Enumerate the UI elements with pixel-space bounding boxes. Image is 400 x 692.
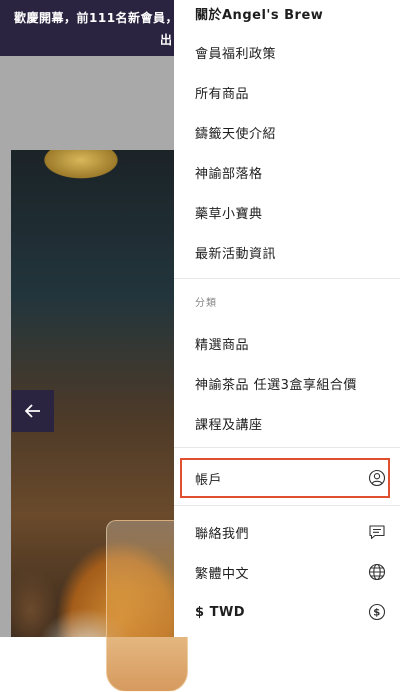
arrow-left-icon [25, 404, 40, 418]
menu-item-label: 繁體中文 [195, 566, 250, 582]
menu-item-label: 鑄籤天使介紹 [195, 126, 277, 142]
menu-item-language[interactable]: 繁體中文 [195, 557, 390, 587]
menu-item-label: 會員福利政策 [195, 46, 277, 62]
menu-item-featured[interactable]: 精選商品 [195, 328, 390, 358]
menu-item-label: 課程及講座 [195, 417, 263, 433]
menu-item-label: 關於Angel's Brew [195, 7, 324, 23]
globe-icon [368, 563, 386, 581]
carousel-prev-button[interactable] [12, 390, 54, 432]
menu-item-currency[interactable]: $ TWD $ [195, 597, 390, 627]
menu-item-angels[interactable]: 鑄籤天使介紹 [195, 117, 390, 147]
divider [174, 447, 400, 448]
menu-item-label: $ TWD [195, 604, 246, 620]
divider [174, 278, 400, 279]
menu-item-courses[interactable]: 課程及講座 [195, 408, 390, 438]
menu-item-label: 神諭茶品 任選3盒享組合價 [195, 377, 357, 393]
menu-item-blog[interactable]: 神諭部落格 [195, 157, 390, 187]
menu-item-events[interactable]: 最新活動資訊 [195, 237, 390, 267]
menu-item-herb-guide[interactable]: 藥草小寶典 [195, 197, 390, 227]
menu-item-label: 精選商品 [195, 337, 250, 353]
account-highlight-box [180, 458, 390, 498]
menu-item-member-benefits[interactable]: 會員福利政策 [195, 37, 390, 67]
svg-text:$: $ [373, 608, 380, 619]
menu-item-about[interactable]: 關於Angel's Brew [195, 0, 390, 28]
menu-item-contact[interactable]: 聯絡我們 [195, 517, 390, 547]
dollar-icon: $ [368, 603, 386, 621]
chat-icon [368, 523, 386, 541]
divider [174, 505, 400, 506]
menu-item-label: 所有商品 [195, 86, 250, 102]
navigation-drawer: 關於Angel's Brew 會員福利政策 所有商品 鑄籤天使介紹 神諭部落格 … [174, 0, 400, 637]
menu-item-label: 最新活動資訊 [195, 246, 277, 262]
menu-item-label: 神諭部落格 [195, 166, 263, 182]
menu-item-oracle-tea[interactable]: 神諭茶品 任選3盒享組合價 [195, 368, 390, 398]
menu-item-all-products[interactable]: 所有商品 [195, 77, 390, 107]
menu-item-label: 聯絡我們 [195, 526, 250, 542]
announcement-text-line1: 歡慶開幕，前111名新會員，可 [14, 11, 191, 25]
category-heading: 分類 [195, 298, 217, 309]
menu-item-label: 藥草小寶典 [195, 206, 263, 222]
announcement-text-line2: 出 [160, 33, 173, 47]
